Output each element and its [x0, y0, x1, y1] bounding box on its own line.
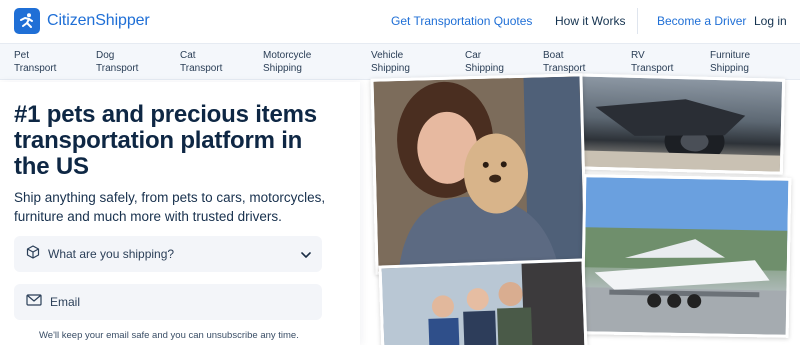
nav-become-driver-link[interactable]: Become a Driver [657, 14, 746, 28]
hero-title: #1 pets and precious items transportatio… [14, 101, 317, 180]
category-label: Transport [180, 62, 223, 74]
logo-text: CitizenShipper [47, 12, 150, 29]
category-label: RV [631, 50, 645, 61]
hero-subtitle: Ship anything safely, from pets to cars,… [14, 190, 326, 224]
category-car-shipping[interactable]: Car Shipping [465, 50, 504, 75]
category-label: Pet [14, 50, 30, 61]
shipping-type-select[interactable]: What are you shipping? [14, 236, 322, 272]
hero-panel: #1 pets and precious items transportatio… [0, 82, 360, 345]
site-header: CitizenShipper Get Transportation Quotes… [0, 0, 800, 44]
category-label: Transport [96, 62, 139, 74]
category-label: Shipping [465, 62, 504, 74]
family-photo [378, 258, 588, 345]
category-cat-transport[interactable]: Cat Transport [180, 50, 222, 75]
category-dog-transport[interactable]: Dog Transport [96, 50, 138, 75]
category-label: Motorcycle [263, 50, 312, 61]
category-label: Shipping [263, 62, 302, 74]
category-bar: Pet Transport Dog Transport Cat Transport M… [0, 44, 800, 80]
nav-get-quotes-link[interactable]: Get Transportation Quotes [391, 14, 532, 28]
logo[interactable]: CitizenShipper [14, 8, 150, 34]
category-label: Shipping [371, 62, 410, 74]
category-label: Car [465, 50, 482, 61]
category-label: Furniture [710, 50, 751, 61]
shipping-type-placeholder: What are you shipping? [48, 247, 175, 261]
email-field-label: Email [50, 295, 81, 309]
nav-login-link[interactable]: Log in [754, 14, 787, 28]
category-vehicle-shipping[interactable]: Vehicle Shipping [371, 50, 410, 75]
envelope-icon [26, 293, 42, 311]
category-label: Transport [631, 62, 674, 74]
woman-with-dog-photo [370, 73, 588, 275]
category-rv-transport[interactable]: RV Transport [631, 50, 673, 75]
email-field[interactable]: Email [14, 284, 322, 320]
chevron-down-icon[interactable] [300, 248, 312, 266]
category-label: Transport [14, 62, 57, 74]
runner-logo-icon [14, 8, 40, 34]
category-label: Boat [543, 50, 564, 61]
privacy-note: We'll keep your email safe and you can u… [39, 330, 299, 341]
category-label: Transport [543, 62, 586, 74]
motorcycle-photo [570, 73, 786, 175]
category-label: Dog [96, 50, 115, 61]
category-label: Cat [180, 50, 196, 61]
category-label: Vehicle [371, 50, 404, 61]
category-furniture-shipping[interactable]: Furniture Shipping [710, 50, 750, 75]
boat-on-trailer-photo [580, 174, 792, 338]
nav-how-it-works-link[interactable]: How it Works [555, 14, 625, 28]
category-motorcycle-shipping[interactable]: Motorcycle Shipping [263, 50, 311, 75]
category-boat-transport[interactable]: Boat Transport [543, 50, 585, 75]
nav-divider [637, 8, 638, 34]
category-label: Shipping [710, 62, 749, 74]
box-icon [26, 244, 40, 264]
category-pet-transport[interactable]: Pet Transport [14, 50, 56, 75]
